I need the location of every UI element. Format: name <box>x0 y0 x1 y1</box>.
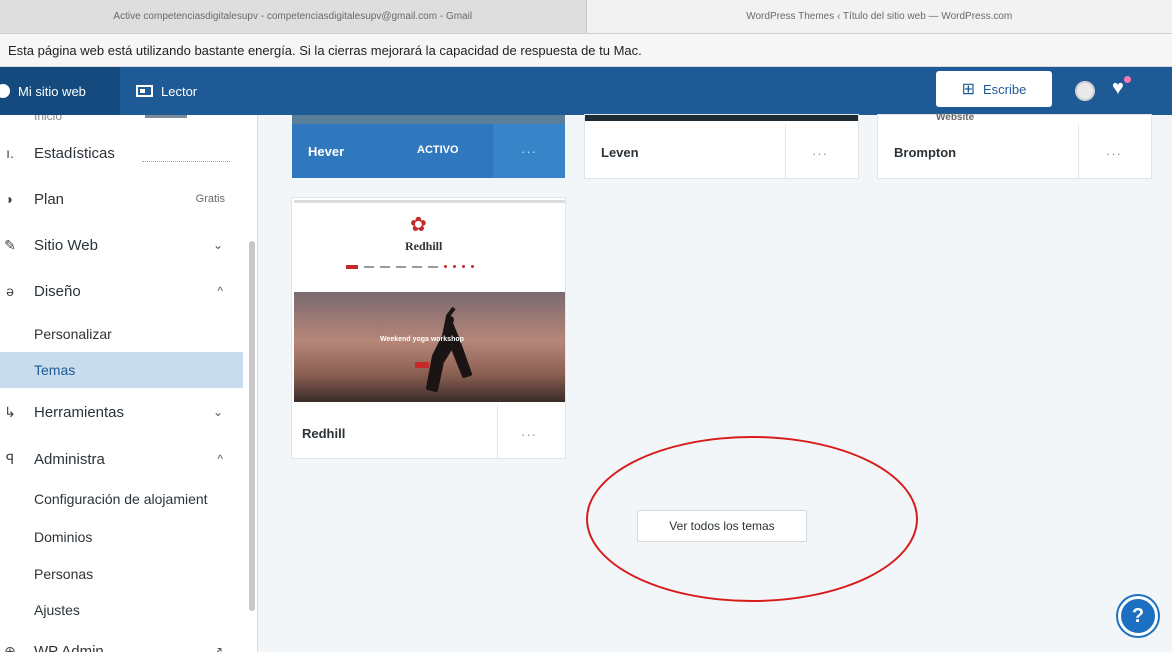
avatar[interactable] <box>1075 81 1095 101</box>
browser-tab-bar: Active competenciasdigitalesupv - compet… <box>0 0 1172 34</box>
yoga-figure-image <box>426 306 472 392</box>
reader-button[interactable]: Lector <box>136 67 197 115</box>
redhill-hero-title: Weekend yoga workshop <box>380 336 464 343</box>
leven-preview-image[interactable] <box>585 115 858 121</box>
wordpress-logo-icon <box>0 84 10 98</box>
write-label: Escribe <box>983 81 1027 97</box>
theme-card-hever[interactable]: Hever ACTIVO ··· <box>292 124 565 178</box>
stats-sparkline <box>142 161 230 162</box>
theme-more-button[interactable]: ··· <box>493 124 565 178</box>
write-button[interactable]: ⊞ Escribe <box>936 71 1052 107</box>
browser-tab-gmail[interactable]: Active competenciasdigitalesupv - compet… <box>0 0 587 33</box>
sidebar-item-inicio[interactable]: Inicio <box>34 115 62 123</box>
energy-warning: Esta página web está utilizando bastante… <box>0 34 1172 67</box>
lotus-logo-icon: ✿ <box>410 214 427 236</box>
sidebar-subitem-themes[interactable]: Temas <box>0 352 243 388</box>
redhill-preview-nav <box>346 264 474 269</box>
pin-icon: ✎ <box>4 236 16 253</box>
theme-more-button[interactable]: ··· <box>521 427 537 442</box>
reader-label: Lector <box>161 83 198 99</box>
sidebar-subitem-customize[interactable]: Personalizar <box>0 316 243 352</box>
sidebar-item-plan[interactable]: ◗ Plan Gratis <box>0 181 243 217</box>
notifications-icon[interactable]: ♥ <box>1112 77 1124 100</box>
browser-tab-wordpress[interactable]: WordPress Themes ‹ Título del sitio web … <box>586 0 1172 33</box>
chevron-up-icon: ^ <box>217 452 223 466</box>
theme-name: Hever <box>308 144 345 159</box>
sidebar-scroll-indicator <box>145 115 187 118</box>
external-link-icon: ↗ <box>212 644 223 652</box>
wrench-icon: ↳ <box>4 403 16 420</box>
sidebar-scrollbar[interactable] <box>249 241 255 611</box>
theme-more-button[interactable]: ··· <box>812 146 828 161</box>
my-site-button[interactable]: Mi sitio web <box>0 67 120 115</box>
admin-icon: ꟼ <box>5 450 15 467</box>
sidebar-subitem-domains[interactable]: Dominios <box>0 519 243 555</box>
new-post-icon: ⊞ <box>961 81 976 98</box>
bar-chart-icon: ı. <box>6 145 14 161</box>
sidebar-item-wp-admin[interactable]: ⊕ WP Admin ↗ <box>0 633 243 652</box>
sidebar-item-website[interactable]: ✎ Sitio Web ⌄ <box>0 227 243 263</box>
active-badge: ACTIVO <box>417 144 459 156</box>
sidebar-item-manage[interactable]: ꟼ Administra ^ <box>0 441 243 477</box>
sidebar-item-tools[interactable]: ↳ Herramientas ⌄ <box>0 394 243 430</box>
brush-icon: ə <box>6 283 14 299</box>
plan-badge: Gratis <box>195 193 225 205</box>
my-site-label: Mi sitio web <box>18 83 86 99</box>
chevron-up-icon: ^ <box>217 284 223 298</box>
hever-preview-image[interactable] <box>292 115 565 124</box>
theme-name: Redhill <box>302 426 346 441</box>
redhill-preview-logo: Redhill <box>405 239 443 253</box>
reader-icon <box>136 85 153 97</box>
card-divider <box>497 404 498 458</box>
theme-more-button[interactable]: ··· <box>1106 146 1122 161</box>
sidebar: Inicio ı. Estadísticas ◗ Plan Gratis ✎ S… <box>0 115 258 652</box>
sidebar-subitem-settings[interactable]: Ajustes <box>0 592 243 628</box>
sidebar-subitem-hosting[interactable]: Configuración de alojamient <box>0 481 243 517</box>
chevron-down-icon: ⌄ <box>212 405 223 419</box>
help-button[interactable]: ? <box>1118 596 1158 636</box>
plan-icon: ◗ <box>5 191 15 207</box>
highlight-ellipse <box>586 436 918 602</box>
brompton-preview-text: Website <box>936 112 975 123</box>
redhill-preview-hero[interactable]: Weekend yoga workshop <box>294 292 565 402</box>
notification-dot <box>1124 76 1131 83</box>
card-divider <box>785 124 786 178</box>
sidebar-subitem-people[interactable]: Personas <box>0 556 243 592</box>
sidebar-item-design[interactable]: ə Diseño ^ <box>0 273 243 309</box>
theme-name: Brompton <box>894 145 957 160</box>
theme-name: Leven <box>601 145 639 160</box>
chevron-down-icon: ⌄ <box>212 238 223 252</box>
sidebar-item-stats[interactable]: ı. Estadísticas <box>0 135 243 171</box>
card-divider <box>1078 124 1079 178</box>
redhill-hero-button <box>415 362 429 368</box>
wp-admin-icon: ⊕ <box>4 642 16 652</box>
